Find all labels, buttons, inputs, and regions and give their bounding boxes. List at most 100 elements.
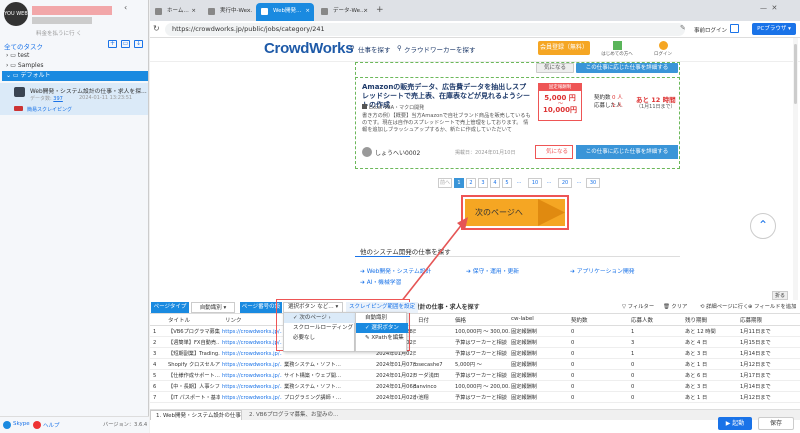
help-icon[interactable] xyxy=(33,421,41,429)
tab-data[interactable]: データ-We… × xyxy=(316,3,372,21)
find-worker-link[interactable]: クラウドワーカーを探す xyxy=(404,44,476,54)
help-link[interactable]: ヘルプ xyxy=(43,421,60,429)
table-cell: https://crowdworks.jp/… xyxy=(222,373,282,379)
table-cell: サイト構築・ウェブ開… xyxy=(284,373,342,379)
settings-icon[interactable] xyxy=(730,24,739,33)
pay-link[interactable]: 料金を払うに行 く xyxy=(36,29,82,37)
other-link[interactable]: ➔ 保守・運用・更新 xyxy=(466,266,519,275)
register-button[interactable]: 会員登録（無料） xyxy=(538,41,590,55)
fav-button-prev[interactable]: 気になる xyxy=(536,63,574,73)
start-button[interactable]: ▶ 起動 xyxy=(718,417,752,430)
url-input[interactable]: https://crowdworks.jp/public/jobs/catego… xyxy=(165,23,685,36)
table-cell: 5,000円 ～ xyxy=(455,362,482,368)
bottom-tab[interactable]: 1. Web開発・システム設計の仕事 xyxy=(150,410,242,420)
filter-button[interactable]: ▽ フィルター xyxy=(622,302,654,313)
clear-button[interactable]: 🗑 クリア xyxy=(663,302,687,313)
table-cell: 固定報酬制 xyxy=(511,373,537,379)
crowdworks-logo[interactable]: CrowdWorks xyxy=(264,40,354,57)
table-cell: 1 xyxy=(631,329,635,335)
menu-item-scroll[interactable]: スクロールローディング xyxy=(284,323,356,333)
save-button[interactable]: 保存 xyxy=(758,417,794,430)
see-detail-button[interactable]: この仕事に応じた仕事を詳細する xyxy=(576,145,678,159)
menu-item-edit-xpath[interactable]: ✎ XPathを編集 xyxy=(356,333,408,343)
menu-item-auto[interactable]: 自動識別 xyxy=(356,313,408,323)
all-tasks-label[interactable]: 全てのタスク xyxy=(4,41,43,51)
import-icon[interactable]: ↧ xyxy=(134,40,143,48)
action-bar xyxy=(150,420,800,433)
table-cell: 予算はワーカーと相談 xyxy=(455,351,507,357)
edit-icon[interactable]: ✎ xyxy=(680,24,686,32)
page-link[interactable]: 2 xyxy=(466,178,476,188)
table-cell: 【短期副業】Trading… xyxy=(168,351,220,357)
fav-button[interactable]: 気になる xyxy=(535,145,573,159)
table-cell: https://crowdworks.jp/… xyxy=(222,362,282,368)
tree-label: Samples xyxy=(17,62,44,69)
table-cell: 業務システム・ソフト… xyxy=(284,384,341,390)
login-link[interactable]: ログイン xyxy=(640,41,686,57)
menu-item-select-button[interactable]: ✓ 選択ボタン xyxy=(356,323,408,333)
col-header[interactable]: 契約数 xyxy=(571,316,588,324)
scroll-thumb[interactable] xyxy=(794,44,797,104)
add-field-button[interactable]: ⊕ フィールドを追加 xyxy=(748,302,796,313)
page-link[interactable]: 5 xyxy=(502,178,512,188)
page-link[interactable]: 30 xyxy=(586,178,600,188)
col-header[interactable]: 応募期限 xyxy=(740,316,762,324)
page-link[interactable]: 1 xyxy=(454,178,464,188)
see-button-prev[interactable]: この仕事に応じた仕事を詳細する xyxy=(576,63,678,73)
job-description: 書き方の例）【概要】当方Amazonで自社ブランド商品を販売しているものです。現… xyxy=(362,113,531,133)
table-cell: 固定報酬制 xyxy=(511,351,537,357)
page-type-select[interactable]: 自動識別 ▾ xyxy=(191,302,235,313)
col-header[interactable]: リンク xyxy=(225,316,242,324)
pre-login-button[interactable]: 事前ログイン xyxy=(694,26,727,34)
col-header[interactable]: 価格 xyxy=(455,316,466,324)
tree-folder-test[interactable]: › ▭ test xyxy=(2,51,148,61)
scroll-top-icon[interactable]: ⌃ xyxy=(750,213,776,239)
menu-item-none[interactable]: 必要なし xyxy=(284,333,356,343)
pc-browser-select[interactable]: PCブラウザ ▾ xyxy=(752,23,796,35)
col-header[interactable]: タイトル xyxy=(168,316,190,324)
page-link[interactable]: 20 xyxy=(558,178,572,188)
job-category[interactable]: Excel VBA・マクロ開発 xyxy=(369,104,424,111)
menu-item-next-page[interactable]: ✓ 次のページ › xyxy=(284,313,356,323)
skype-link[interactable]: Skype xyxy=(13,421,30,427)
page-link[interactable]: 3 xyxy=(478,178,488,188)
window-controls[interactable]: — ✕ xyxy=(760,4,777,12)
table-cell: Shopify クロスセルア… xyxy=(168,362,220,368)
page-link[interactable]: 4 xyxy=(490,178,500,188)
new-task-icon[interactable]: + xyxy=(108,40,117,48)
other-link[interactable]: ➔ アプリケーション開発 xyxy=(570,266,635,275)
table-cell: 0 xyxy=(571,373,575,379)
tab-home[interactable]: ホーム… × xyxy=(150,3,200,21)
collapse-button[interactable]: 折る xyxy=(772,291,789,300)
collapse-icon[interactable]: ‹ xyxy=(124,3,127,12)
client-name[interactable]: しょうへい0002 xyxy=(375,148,420,157)
table-cell: 小池翔 xyxy=(413,395,429,401)
avatar[interactable] xyxy=(362,147,372,157)
table-cell: 0 xyxy=(631,384,635,390)
table-cell: 0 xyxy=(631,362,635,368)
tab-running[interactable]: 実行中-We… × xyxy=(203,3,255,21)
table-cell: rosecashe7 xyxy=(413,362,443,368)
col-header[interactable]: 日付 xyxy=(418,316,429,324)
tree-folder-default[interactable]: ⌄ ▭ デフォルト xyxy=(2,71,148,81)
col-header[interactable]: cw-label xyxy=(511,316,534,322)
skype-icon[interactable] xyxy=(3,421,11,429)
find-job-link[interactable]: 仕事を探す xyxy=(358,44,391,54)
col-header[interactable]: 残り期間 xyxy=(685,316,707,324)
tab-web-dev[interactable]: Web開発… × xyxy=(256,3,314,21)
page-prev[interactable]: 前へ xyxy=(438,178,452,188)
page-link[interactable]: 10 xyxy=(528,178,542,188)
new-folder-icon[interactable]: ▭ xyxy=(121,40,130,48)
detail-page-button[interactable]: ⟲ 詳細ページに行く xyxy=(700,302,748,313)
task-type-badge xyxy=(14,106,23,111)
version-label: バージョン：3.6.4 xyxy=(103,422,148,428)
reload-icon[interactable]: ↻ xyxy=(153,24,160,33)
lock-icon xyxy=(658,41,668,50)
table-cell: プログラミング講師・… xyxy=(284,395,342,401)
robot-icon xyxy=(14,87,25,97)
tree-folder-samples[interactable]: › ▭ Samples xyxy=(2,61,148,71)
new-tab-icon[interactable]: + xyxy=(376,5,384,15)
col-header[interactable]: 応募人数 xyxy=(631,316,653,324)
beginner-link[interactable]: はじめての方へ xyxy=(594,41,640,57)
bottom-tab[interactable]: 2. VB6プログラマ募集、お望みの… xyxy=(244,410,354,420)
